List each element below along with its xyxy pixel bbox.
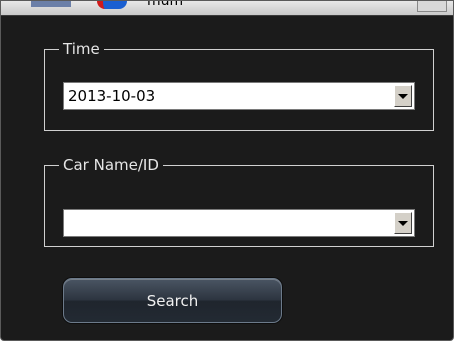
- title-text: mum: [147, 1, 184, 9]
- dropdown-arrow-icon: [398, 94, 408, 99]
- car-legend: Car Name/ID: [63, 156, 159, 174]
- app-logo-icon: [97, 1, 127, 9]
- time-combobox[interactable]: 2013-10-03: [63, 82, 415, 110]
- time-dropdown-button[interactable]: [394, 85, 412, 107]
- time-value: 2013-10-03: [68, 87, 156, 105]
- car-combobox[interactable]: [63, 209, 415, 237]
- search-panel: mum Time 2013-10-03 Car Name/ID Search: [0, 0, 454, 341]
- search-button[interactable]: Search: [63, 278, 282, 323]
- car-dropdown-button[interactable]: [394, 212, 412, 234]
- title-bar: mum: [1, 1, 453, 16]
- time-legend: Time: [63, 40, 100, 58]
- time-group: Time 2013-10-03: [44, 40, 434, 131]
- window-control[interactable]: [417, 1, 447, 12]
- dropdown-arrow-icon: [398, 221, 408, 226]
- car-group: Car Name/ID: [44, 156, 434, 247]
- toolbar-icon: [31, 1, 71, 7]
